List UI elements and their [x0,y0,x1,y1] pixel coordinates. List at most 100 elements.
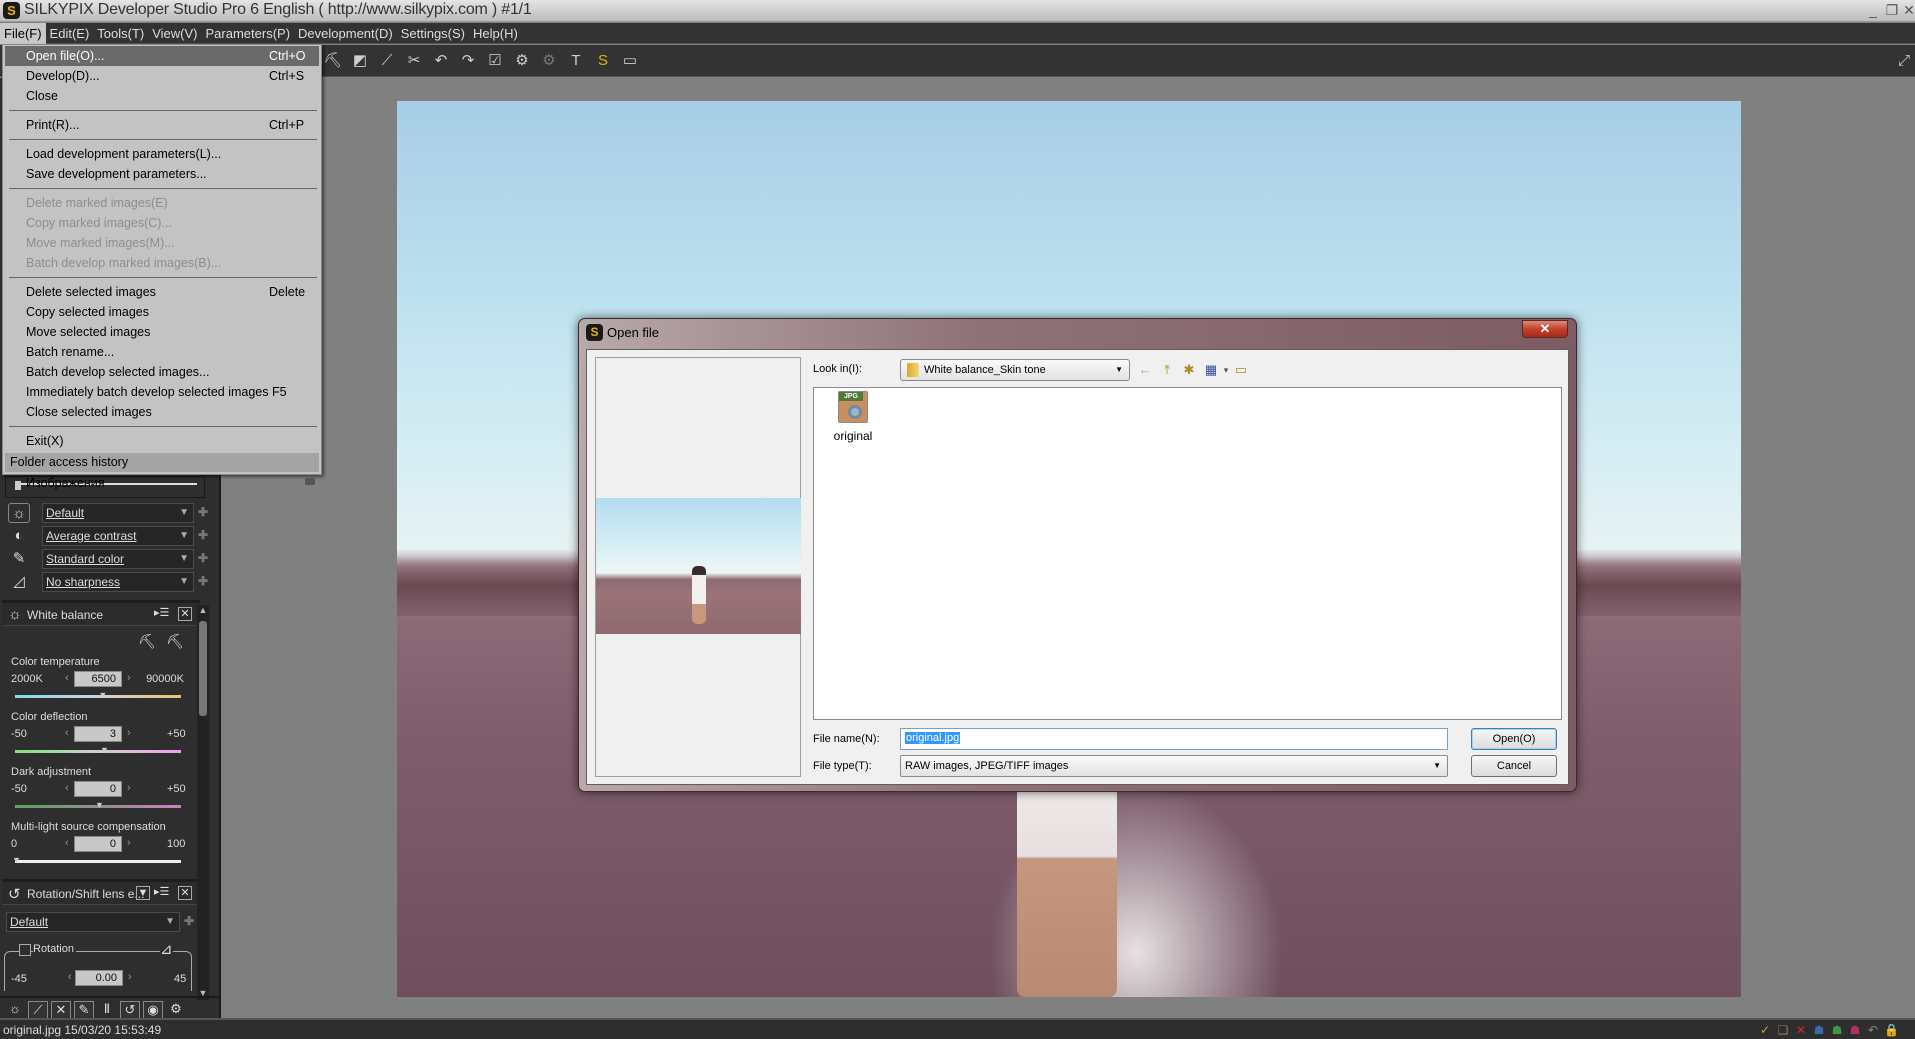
rotation-field[interactable]: 0.00 [75,970,123,986]
up-folder-icon[interactable]: ⤒ [1158,361,1176,379]
decrement-icon[interactable]: ‹ [65,782,69,794]
copy-icon[interactable]: ❏ [1776,1023,1790,1037]
panel-menu-icon[interactable]: ▸☰ [154,886,169,900]
menu-view[interactable]: View(V) [148,23,201,44]
tag-green-icon[interactable]: ☗ [1830,1023,1844,1037]
decrement-icon[interactable]: ‹ [68,971,72,983]
panel-close-icon[interactable]: ✕ [178,607,192,621]
menu-item-copy-selected-images[interactable]: Copy selected images [5,302,319,322]
scroll-thumb[interactable] [199,621,207,716]
rotate-right-icon[interactable]: ↷ [457,51,479,71]
add-preset-icon[interactable]: ✚ [198,505,208,519]
color-tool-icon[interactable]: ✕ [51,1001,71,1019]
color-preset-select[interactable]: Standard color ▼ [42,549,194,569]
exposure-tool-icon[interactable]: ☼ [5,1001,25,1019]
gray-dropper-icon[interactable]: ⛏ [138,633,156,650]
save-parameters-icon[interactable]: ⚙ [511,51,533,71]
display-icon[interactable]: ▭ [619,51,641,71]
menu-item-batch-develop-selected-images[interactable]: Batch develop selected images... [5,362,319,382]
left-panel-scrollbar[interactable]: ▲ ▼ [197,605,209,1000]
undo-icon[interactable]: ↶ [1866,1023,1880,1037]
menu-item-delete-selected-images[interactable]: Delete selected images Delete [5,282,319,302]
file-list[interactable]: JPG original [813,387,1562,720]
add-preset-icon[interactable]: ✚ [198,528,208,542]
look-in-select[interactable]: White balance_Skin tone ▼ [900,359,1130,381]
menu-edit[interactable]: Edit(E) [46,23,94,44]
check-icon[interactable]: ✓ [1758,1023,1772,1037]
rotation-preset-select[interactable]: Default ▼ [6,912,180,932]
mark-icon[interactable]: ☑ [484,51,506,71]
add-preset-icon[interactable]: ✚ [184,914,194,928]
increment-icon[interactable]: › [127,727,131,739]
sharpness-icon[interactable]: ◿ [8,572,30,592]
gray-balance-dropper-icon[interactable]: ◩ [349,51,371,71]
highlight-tool-icon[interactable]: ◉ [143,1001,163,1019]
menu-help[interactable]: Help(H) [469,23,522,44]
cut-icon[interactable]: ✂ [403,51,425,71]
apply-parameters-icon[interactable]: ⚙ [538,51,560,71]
menu-item-open-file[interactable]: Open file(O)... Ctrl+O [5,46,319,66]
dark-adjustment-thumb[interactable]: ▼ [95,800,104,810]
increment-icon[interactable]: › [128,971,132,983]
open-button[interactable]: Open(O) [1471,728,1557,750]
folder-history-item[interactable]: Изображения [5,473,319,493]
folder-icon[interactable]: ▭ [1232,361,1250,379]
color-deflection-thumb[interactable]: ▼ [100,745,109,755]
hammer-icon[interactable]: T [565,51,587,71]
multi-light-thumb[interactable]: ▼ [12,855,21,865]
decrement-icon[interactable]: ‹ [65,672,69,684]
fullscreen-icon[interactable]: ⤢ [1893,51,1915,71]
angle-icon[interactable]: ⊿ [160,940,173,958]
tag-blue-icon[interactable]: ☗ [1812,1023,1826,1037]
contrast-icon[interactable]: ◐ [8,526,30,546]
add-preset-icon[interactable]: ✚ [198,551,208,565]
menu-item-develop[interactable]: Develop(D)... Ctrl+S [5,66,319,86]
rotate-left-icon[interactable]: ↶ [430,51,452,71]
decrement-icon[interactable]: ‹ [65,727,69,739]
dark-adjustment-field[interactable]: 0 [74,781,122,797]
reject-icon[interactable]: ✕ [1794,1023,1808,1037]
exposure-preset-select[interactable]: Default ▼ [42,503,194,523]
close-window-button[interactable]: ✕ [1898,1,1915,19]
settings-tool-icon[interactable]: ⚙ [166,1001,186,1019]
increment-icon[interactable]: › [127,837,131,849]
rotation-checkbox[interactable] [19,944,31,956]
skin-dropper-icon[interactable]: ⛏ [166,633,184,650]
color-icon[interactable]: ✎ [8,549,30,569]
increment-icon[interactable]: › [127,782,131,794]
panel-dropdown-icon[interactable]: ▼ [136,886,150,900]
color-temperature-field[interactable]: 6500 [74,671,122,687]
file-type-select[interactable]: RAW images, JPEG/TIFF images ▼ [900,755,1448,777]
sharpness-tool-icon[interactable]: ✎ [74,1001,94,1019]
color-deflection-slider[interactable] [15,750,181,753]
new-folder-icon[interactable]: ✱ [1180,361,1198,379]
menu-item-batch-rename[interactable]: Batch rename... [5,342,319,362]
white-balance-dropper-icon[interactable]: ⛏ [322,51,344,71]
sharpness-preset-select[interactable]: No sharpness ▼ [42,572,194,592]
color-temperature-thumb[interactable]: ▼ [98,690,107,700]
menu-settings[interactable]: Settings(S) [397,23,469,44]
color-deflection-field[interactable]: 3 [74,726,122,742]
menu-item-close[interactable]: Close [5,86,319,106]
add-preset-icon[interactable]: ✚ [198,574,208,588]
menu-item-exit[interactable]: Exit(X) [5,431,319,451]
silkypix-logo-icon[interactable]: S [592,51,614,71]
scroll-up-icon[interactable]: ▲ [197,605,209,617]
decrement-icon[interactable]: ‹ [65,837,69,849]
cancel-button[interactable]: Cancel [1471,755,1557,777]
lock-icon[interactable]: 🔒 [1884,1023,1899,1037]
lens-tool-icon[interactable]: Ⅱ [97,1001,117,1019]
contrast-preset-select[interactable]: Average contrast ▼ [42,526,194,546]
tag-red-icon[interactable]: ☗ [1848,1023,1862,1037]
menu-item-close-selected-images[interactable]: Close selected images [5,402,319,422]
panel-close-icon[interactable]: ✕ [178,886,192,900]
menu-file[interactable]: File(F) [0,23,46,44]
menu-development[interactable]: Development(D) [294,23,397,44]
increment-icon[interactable]: › [127,672,131,684]
rotation-tool-icon[interactable]: ↺ [120,1001,140,1019]
white-balance-panel-header[interactable]: ☼ White balance ▸☰ ✕ [2,600,200,626]
rotation-panel-header[interactable]: ↺ Rotation/Shift lens e... ▼ ▸☰ ✕ [2,879,200,905]
menu-item-save-development-parameters[interactable]: Save development parameters... [5,164,319,184]
multi-light-slider[interactable] [15,860,181,863]
back-icon[interactable]: ← [1136,361,1154,379]
